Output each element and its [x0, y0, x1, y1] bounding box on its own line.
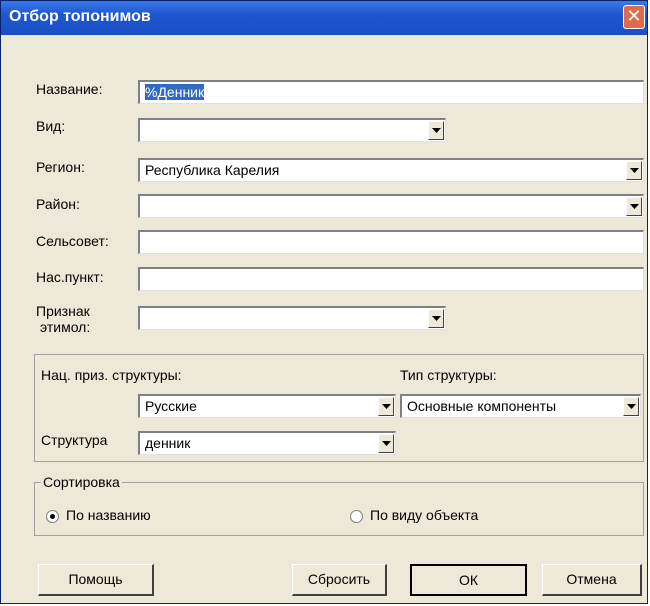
radio-selected-dot [50, 514, 55, 519]
cancel-button[interactable]: Отмена [542, 564, 642, 596]
sort-group-title: Сортировка [41, 474, 122, 490]
structure-label: Структура [41, 432, 108, 448]
help-button[interactable]: Помощь [38, 564, 154, 596]
nat-structure-label: Нац. приз. структуры: [41, 367, 182, 383]
etymology-dropdown-button[interactable] [428, 309, 444, 328]
nat-structure-select[interactable]: Русские [138, 394, 396, 418]
structure-type-select[interactable]: Основные компоненты [400, 394, 641, 418]
structure-value: денник [145, 435, 191, 451]
nat-structure-value: Русские [145, 398, 197, 414]
chevron-down-icon [630, 204, 639, 209]
etymology-label-line1: Признак [36, 303, 90, 319]
reset-button[interactable]: Сбросить [292, 564, 387, 596]
etymology-sign-select[interactable] [138, 306, 446, 330]
chevron-down-icon [382, 404, 391, 409]
district-label: Район: [36, 196, 80, 212]
region-label: Регион: [36, 159, 85, 175]
chevron-down-icon [432, 128, 441, 133]
etymology-sign-label: Признак этимол: [36, 303, 90, 335]
window-title: Отбор топонимов [9, 8, 151, 25]
name-label: Название: [36, 81, 103, 97]
kind-dropdown-button[interactable] [428, 121, 444, 140]
sort-by-type-radio[interactable] [350, 510, 363, 523]
district-select[interactable] [138, 194, 644, 218]
structure-type-label: Тип структуры: [400, 367, 497, 383]
village-council-label: Сельсовет: [36, 233, 109, 249]
close-icon: ✕ [626, 6, 642, 26]
settlement-label: Нас.пункт: [36, 269, 104, 285]
structure-type-dropdown-button[interactable] [623, 397, 639, 416]
etymology-label-line2: этимол: [40, 319, 91, 335]
district-dropdown-button[interactable] [626, 197, 642, 216]
sort-by-type-label[interactable]: По виду объекта [370, 507, 478, 523]
region-select[interactable]: Республика Карелия [138, 158, 644, 182]
name-input-value: %Денник [145, 84, 205, 100]
village-council-input[interactable] [138, 230, 644, 254]
chevron-down-icon [382, 441, 391, 446]
kind-select[interactable] [138, 118, 446, 142]
structure-select[interactable]: денник [138, 431, 396, 455]
title-bar: Отбор топонимов ✕ [1, 1, 647, 35]
name-input[interactable]: %Денник [138, 80, 644, 104]
close-button[interactable]: ✕ [623, 5, 645, 29]
sort-by-name-radio[interactable] [46, 510, 59, 523]
chevron-down-icon [627, 404, 636, 409]
structure-dropdown-button[interactable] [378, 434, 394, 453]
nat-structure-dropdown-button[interactable] [378, 397, 394, 416]
structure-type-value: Основные компоненты [407, 398, 557, 414]
dialog-window: Отбор топонимов ✕ Название: %Денник Вид:… [0, 0, 648, 604]
sort-by-name-label[interactable]: По названию [66, 507, 151, 523]
region-dropdown-button[interactable] [626, 161, 642, 180]
kind-label: Вид: [36, 118, 66, 134]
region-select-value: Республика Карелия [145, 162, 280, 178]
ok-button[interactable]: ОК [410, 564, 527, 596]
chevron-down-icon [630, 168, 639, 173]
settlement-input[interactable] [138, 267, 644, 291]
chevron-down-icon [432, 316, 441, 321]
